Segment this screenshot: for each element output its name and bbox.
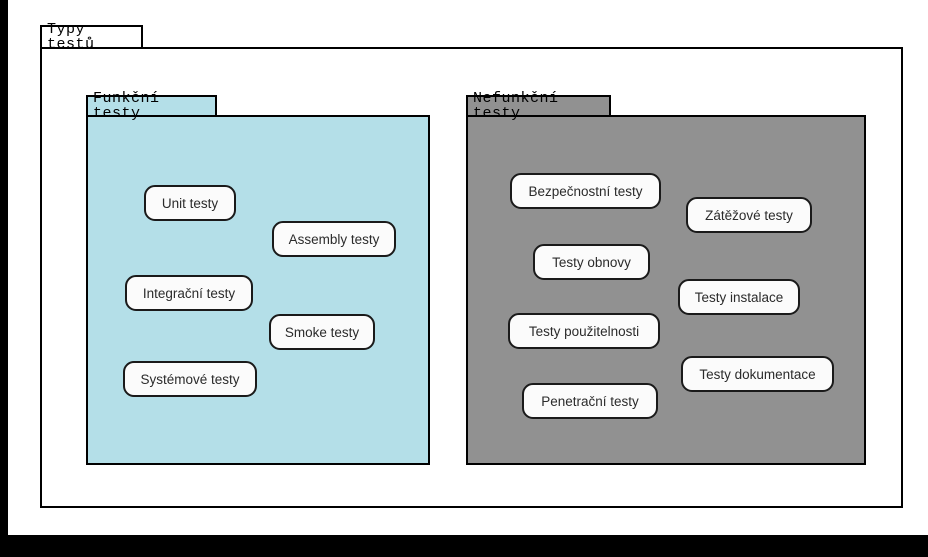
node-box[interactable]: Testy použitelnosti [508, 313, 660, 349]
bottom-black-band [0, 535, 928, 557]
left-black-band [0, 0, 8, 535]
package-tab-typy-testu[interactable]: Typy testů [40, 22, 143, 52]
node-box[interactable]: Penetrační testy [522, 383, 658, 419]
package-tab-funkcni-testy[interactable]: Funkční testy [86, 91, 217, 121]
diagram-canvas: Typy testů Funkční testy Nefunkční testy… [8, 0, 928, 535]
node-box[interactable]: Zátěžové testy [686, 197, 812, 233]
node-box[interactable]: Testy obnovy [533, 244, 650, 280]
node-box[interactable]: Assembly testy [272, 221, 396, 257]
package-tab-nefunkcni-testy[interactable]: Nefunkční testy [466, 91, 611, 121]
node-box[interactable]: Integrační testy [125, 275, 253, 311]
node-box[interactable]: Testy dokumentace [681, 356, 834, 392]
node-box[interactable]: Unit testy [144, 185, 236, 221]
diagram-screen: Typy testů Funkční testy Nefunkční testy… [0, 0, 928, 557]
node-box[interactable]: Bezpečnostní testy [510, 173, 661, 209]
node-box[interactable]: Testy instalace [678, 279, 800, 315]
node-box[interactable]: Smoke testy [269, 314, 375, 350]
node-box[interactable]: Systémové testy [123, 361, 257, 397]
